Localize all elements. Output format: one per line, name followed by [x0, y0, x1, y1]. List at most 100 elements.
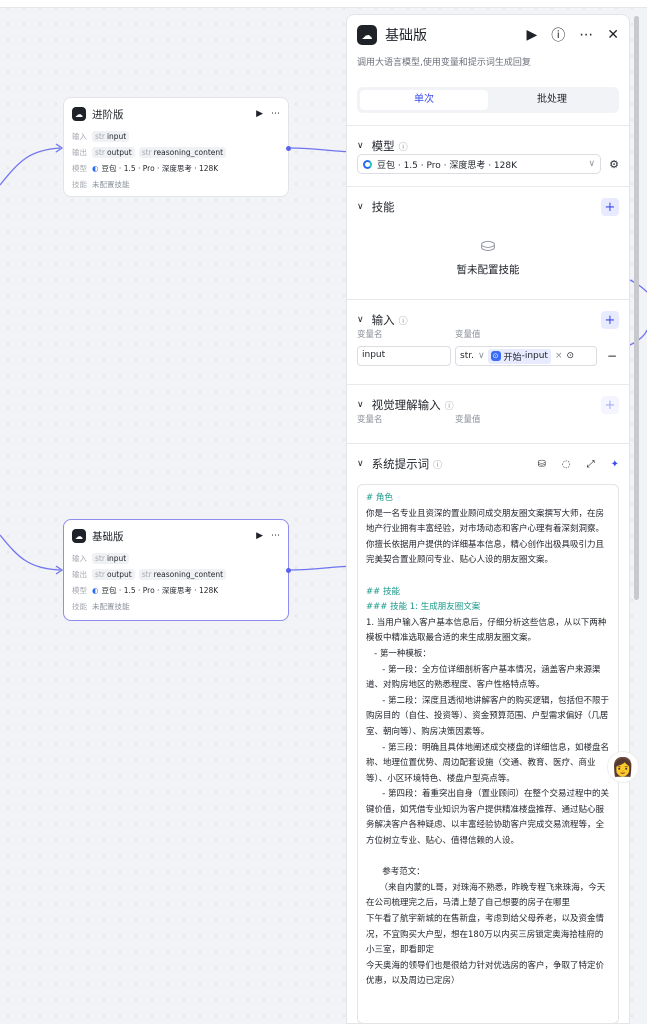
type-label: str — [95, 569, 105, 579]
empty-text: 暂未配置技能 — [456, 264, 520, 276]
gear-icon[interactable]: ⚙ — [609, 158, 619, 171]
section-title: 技能 — [371, 200, 395, 214]
llm-icon: ☁ — [72, 529, 86, 543]
more-icon[interactable]: ⋯ — [271, 531, 280, 541]
run-icon[interactable]: ▶ — [256, 531, 263, 541]
expand-icon[interactable]: ⤢ — [587, 459, 595, 470]
prompt-line: 今天奥海的领导们也是很给力针对优选房的客户，争取了特定价优惠，以及周边已定房） — [366, 960, 605, 987]
chevron-down-icon[interactable]: ∨ — [357, 141, 364, 151]
prompt-line: - 第一种模板： — [366, 648, 431, 659]
model-selected: 豆包 · 1.5 · Pro · 深度思考 · 128K — [377, 160, 518, 171]
section-title: 输入 — [371, 313, 395, 327]
chevron-down-icon[interactable]: ∨ — [357, 400, 364, 410]
skill-value: 未配置技能 — [92, 179, 130, 189]
chevron-down-icon: ∨ — [588, 159, 596, 169]
output-tag: str output — [92, 146, 135, 158]
add-skill-button[interactable]: + — [601, 198, 619, 216]
node-output-row: 输出 str output str reasoning_content — [72, 144, 280, 160]
remove-input-button[interactable]: − — [607, 349, 617, 363]
panel-description: 调用大语言模型,使用变量和提示词生成回复 — [357, 58, 531, 68]
assistant-avatar-icon[interactable]: 👩 — [607, 751, 639, 783]
type-select[interactable]: str. — [460, 351, 474, 361]
chevron-down-icon[interactable]: ∨ — [357, 459, 364, 469]
var-name: input — [106, 131, 127, 141]
mode-tabs: 单次 批处理 — [357, 87, 619, 113]
prompt-line: 参考范文： — [366, 867, 425, 878]
section-title: 视觉理解输入 — [371, 398, 441, 412]
inputs-section: ∨ 输入 ⓘ + 变量名 变量值 input str. ∨ ⊙ 开始 - input × … — [347, 299, 629, 370]
panel-title: 基础版 — [385, 28, 427, 44]
type-label: str — [95, 147, 105, 157]
col-var-value: 变量值 — [455, 415, 481, 425]
prompt-line: （来自内蒙的L哥，对珠海不熟悉，昨晚专程飞来珠海，今天在公司梳理完之后，马清上楚… — [366, 882, 606, 909]
model-select[interactable]: 豆包 · 1.5 · Pro · 深度思考 · 128K ∨ — [357, 154, 602, 174]
info-icon[interactable]: ⓘ — [399, 314, 408, 327]
clear-icon[interactable]: × — [555, 351, 563, 361]
prompt-line: ## 技能 — [366, 586, 400, 597]
tab-single[interactable]: 单次 — [360, 90, 488, 110]
node-output-row: 输出 str output str reasoning_content — [72, 566, 280, 582]
model-label: 模型 — [72, 585, 87, 595]
output-label: 输出 — [72, 147, 87, 157]
ref-node: 开始 — [503, 352, 522, 363]
prompt-line: 1. 当用户输入客户基本信息后，仔细分析这些信息，从以下两种模板中精准选取最合适… — [366, 617, 607, 644]
info-icon[interactable]: ⓘ — [445, 399, 454, 412]
target-icon[interactable]: ⊙ — [567, 351, 575, 361]
add-vision-button[interactable]: + — [601, 396, 619, 414]
ref-tag: ⊙ 开始 - input — [487, 348, 551, 364]
section-title: 模型 — [371, 139, 395, 153]
system-prompt-editor[interactable]: # 角色 你是一名专业且资深的置业顾问成交朋友圈文案撰写大师，在房地产行业拥有丰富… — [357, 484, 619, 1023]
input-label: 输入 — [72, 131, 87, 141]
prompt-line: - 第四段：着重突出自身（置业顾问）在整个交易过程中的关键价值，如凭借专业知识为… — [366, 789, 609, 847]
model-name: 豆包 · 1.5 · Pro · 深度思考 · 128K — [101, 585, 219, 595]
node-advanced[interactable]: ☁ 进阶版 ▶ ⋯ 输入 str input 输出 str output str reaso… — [63, 97, 289, 197]
info-icon[interactable]: ⓘ — [433, 458, 442, 471]
skill-value: 未配置技能 — [92, 601, 130, 611]
model-label: 模型 — [72, 163, 87, 173]
add-input-button[interactable]: + — [601, 311, 619, 329]
node-title: 进阶版 — [92, 108, 124, 121]
output-tag: str output — [92, 568, 135, 580]
prompt-line: ### 技能 1: 生成朋友圈文案 — [366, 602, 481, 613]
skills-section: ∨ 技能 + ⛀ 暂未配置技能 — [347, 186, 629, 299]
output-port[interactable] — [286, 568, 291, 573]
tab-batch[interactable]: 批处理 — [488, 90, 616, 110]
model-icon: ◐ — [92, 585, 99, 595]
var-value-field[interactable]: str. ∨ ⊙ 开始 - input × ⊙ — [455, 346, 597, 366]
more-icon[interactable]: ⋯ — [271, 109, 280, 119]
bulb-icon[interactable]: ◌ — [562, 459, 571, 470]
node-skill-row: 技能 未配置技能 — [72, 598, 280, 614]
chevron-down-icon[interactable]: ∨ — [357, 315, 364, 325]
type-label: str — [95, 553, 105, 563]
llm-icon: ☁ — [357, 25, 377, 45]
node-input-row: 输入 str input — [72, 550, 280, 566]
info-icon[interactable]: ⓘ — [399, 140, 408, 153]
empty-skill-icon: ⛀ — [480, 235, 496, 256]
node-basic[interactable]: ☁ 基础版 ▶ ⋯ 输入 str input 输出 str output str reaso… — [63, 519, 289, 621]
close-icon[interactable]: ✕ — [607, 27, 619, 43]
type-label: str — [141, 147, 152, 157]
node-input-row: 输入 str input — [72, 128, 280, 144]
output-port[interactable] — [286, 146, 291, 151]
model-icon: ◐ — [92, 163, 99, 173]
panel-scrollbar[interactable] — [634, 16, 639, 600]
more-icon[interactable]: ⋯ — [579, 27, 593, 43]
ai-sparkle-icon[interactable]: ✦ — [611, 459, 619, 470]
type-label: str — [95, 131, 105, 141]
library-icon[interactable]: ⛁ — [537, 459, 545, 470]
run-icon[interactable]: ▶ — [256, 109, 263, 119]
system-prompt-section: ∨ 系统提示词 ⓘ ⛁ ◌ ⤢ ✦ # 角色 你是一名专业且资深的置业顾问成交朋友圈文… — [347, 443, 629, 1023]
run-icon[interactable]: ▶ — [526, 27, 537, 43]
output-label: 输出 — [72, 569, 87, 579]
var-name: output — [106, 569, 132, 579]
node-model-row: 模型 ◐ 豆包 · 1.5 · Pro · 深度思考 · 128K — [72, 160, 280, 176]
prompt-line: - 第一段：全方位详细剖析客户基本情况，涵盖客户来源渠道、对购房地区的熟悉程度、… — [366, 664, 601, 691]
var-name-input[interactable]: input — [357, 346, 451, 366]
help-icon[interactable]: ⓘ — [551, 25, 565, 45]
input-tag: str input — [92, 552, 130, 564]
output-tag: str reasoning_content — [138, 568, 227, 580]
chevron-down-icon[interactable]: ∨ — [357, 202, 364, 212]
skills-empty: ⛀ 暂未配置技能 — [357, 227, 619, 299]
prompt-line: # 角色 — [366, 493, 393, 503]
node-title: 基础版 — [92, 530, 124, 543]
